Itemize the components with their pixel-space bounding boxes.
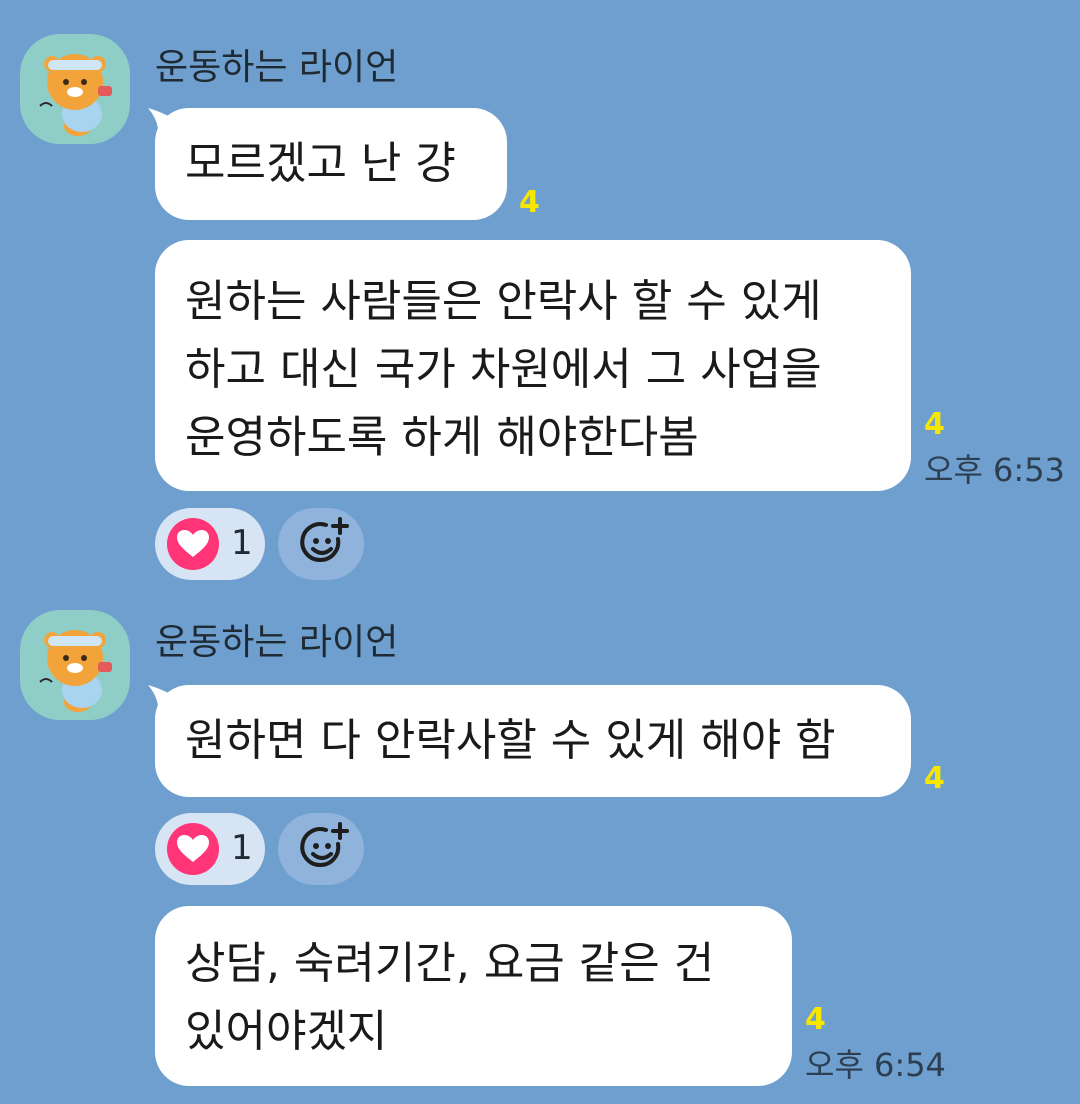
add-reaction-button[interactable] (278, 813, 364, 885)
message-text: 있어야겠지 (185, 1006, 388, 1057)
smiley-add-icon (300, 822, 349, 868)
unread-count: 4 (805, 1002, 826, 1037)
message-time: 오후 6:53 (924, 451, 1065, 489)
avatar[interactable] (20, 610, 130, 720)
lion-character-icon (39, 630, 112, 712)
reaction-heart-pill[interactable]: 1 (155, 813, 265, 885)
message-text: 원하는 사람들은 안락사 할 수 있게 (185, 276, 822, 327)
message-text: 운영하도록 하게 해야한다봄 (185, 412, 699, 463)
message-bubble[interactable]: 모르겠고 난 걍 (155, 108, 507, 220)
message-text: 상담, 숙려기간, 요금 같은 건 (185, 938, 715, 989)
sender-name: 운동하는 라이언 (155, 622, 399, 663)
message-bubble[interactable]: 원하는 사람들은 안락사 할 수 있게 하고 대신 국가 차원에서 그 사업을 … (155, 240, 911, 491)
reaction-count: 1 (231, 523, 253, 563)
message-text: 하고 대신 국가 차원에서 그 사업을 (185, 344, 822, 395)
avatar[interactable] (20, 34, 130, 144)
unread-count: 4 (924, 407, 945, 442)
message-time: 오후 6:54 (805, 1046, 946, 1084)
unread-count: 4 (924, 761, 945, 796)
smiley-add-icon (300, 517, 349, 563)
unread-count: 4 (519, 185, 540, 220)
message-bubble[interactable]: 상담, 숙려기간, 요금 같은 건 있어야겠지 (155, 906, 792, 1086)
heart-icon (167, 823, 219, 875)
message-bubble[interactable]: 원하면 다 안락사할 수 있게 해야 함 (155, 685, 911, 797)
lion-character-icon (39, 54, 112, 136)
add-reaction-button[interactable] (278, 508, 364, 580)
sender-name: 운동하는 라이언 (155, 47, 399, 88)
message-text: 모르겠고 난 걍 (185, 138, 456, 189)
message-text: 원하면 다 안락사할 수 있게 해야 함 (185, 715, 836, 766)
reaction-count: 1 (231, 828, 253, 868)
heart-icon (167, 518, 219, 570)
reaction-heart-pill[interactable]: 1 (155, 508, 265, 580)
